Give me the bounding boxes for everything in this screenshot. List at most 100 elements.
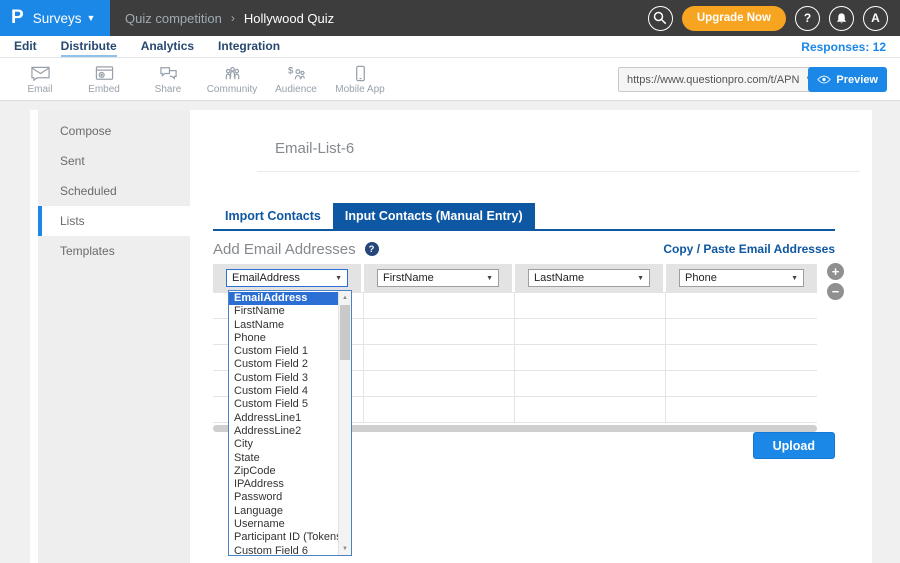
table-cell[interactable]	[666, 345, 817, 370]
responses-count[interactable]: Responses: 12	[801, 36, 886, 57]
survey-nav: Edit Distribute Analytics Integration Re…	[0, 36, 900, 58]
help-icon[interactable]: ?	[365, 242, 379, 256]
chevron-down-icon: ▼	[637, 275, 644, 282]
surveys-menu[interactable]: P Surveys ▼	[0, 0, 110, 36]
chevron-down-icon: ▼	[486, 275, 493, 282]
tab-distribute[interactable]: Distribute	[61, 36, 117, 57]
toolbar-item-label: Community	[207, 84, 258, 95]
tab-edit[interactable]: Edit	[14, 36, 37, 57]
table-cell[interactable]	[666, 397, 817, 422]
add-row-button[interactable]: +	[827, 263, 844, 280]
dropdown-option[interactable]: LastName	[229, 319, 338, 332]
dropdown-scrollbar: ▲ ▼	[338, 291, 351, 555]
dropdown-option[interactable]: City	[229, 438, 338, 451]
dropdown-option[interactable]: Password	[229, 491, 338, 504]
table-cell[interactable]	[515, 397, 666, 422]
dropdown-option[interactable]: Language	[229, 505, 338, 518]
table-cell[interactable]	[515, 319, 666, 344]
dropdown-option[interactable]: Custom Field 2	[229, 358, 338, 371]
search-button[interactable]	[648, 6, 673, 31]
bell-icon	[835, 12, 848, 25]
contacts-tabs: Import Contacts Input Contacts (Manual E…	[213, 203, 835, 231]
table-header-cell: EmailAddress ▼	[213, 264, 361, 292]
table-cell[interactable]	[364, 345, 515, 370]
table-cell[interactable]	[364, 371, 515, 396]
chevron-down-icon: ▼	[335, 275, 342, 282]
column-select-firstname[interactable]: FirstName ▼	[377, 269, 499, 287]
toolbar-item-label: Share	[155, 84, 182, 95]
sidebar-item-lists[interactable]: Lists	[38, 206, 190, 236]
remove-row-button[interactable]: −	[827, 283, 844, 300]
dropdown-scrollbar-thumb[interactable]	[340, 305, 350, 360]
top-header-bar: P Surveys ▼ Quiz competition › Hollywood…	[0, 0, 900, 36]
dropdown-option[interactable]: Custom Field 4	[229, 385, 338, 398]
notifications-button[interactable]	[829, 6, 854, 31]
page-body: Compose Sent Scheduled Lists Templates E…	[0, 101, 900, 563]
chevron-down-icon: ▼	[791, 275, 798, 282]
upload-button[interactable]: Upload	[753, 432, 835, 459]
table-cell[interactable]	[666, 319, 817, 344]
audience-icon: $	[286, 64, 307, 83]
table-cell[interactable]	[666, 371, 817, 396]
toolbar-item-community[interactable]: Community	[200, 64, 264, 95]
dropdown-option[interactable]: Username	[229, 518, 338, 531]
sidebar-item-scheduled[interactable]: Scheduled	[38, 176, 190, 206]
table-cell[interactable]	[515, 371, 666, 396]
survey-url-input[interactable]	[619, 74, 801, 86]
account-avatar[interactable]: A	[863, 6, 888, 31]
dropdown-option[interactable]: AddressLine1	[229, 412, 338, 425]
dropdown-option[interactable]: ZipCode	[229, 465, 338, 478]
sidebar-item-templates[interactable]: Templates	[38, 236, 190, 266]
table-header-row: EmailAddress ▼ FirstName ▼	[213, 264, 817, 292]
toolbar-item-embed[interactable]: Embed	[72, 64, 136, 95]
scroll-down-icon[interactable]: ▼	[339, 542, 351, 555]
toolbar-item-share[interactable]: Share	[136, 64, 200, 95]
table-cell[interactable]	[364, 319, 515, 344]
table-cell[interactable]	[364, 397, 515, 422]
toolbar-item-email[interactable]: Email	[8, 64, 72, 95]
preview-button[interactable]: Preview	[808, 67, 887, 92]
dropdown-option[interactable]: AddressLine2	[229, 425, 338, 438]
main-content: Email-List-6 Import Contacts Input Conta…	[190, 110, 872, 563]
scroll-up-icon[interactable]: ▲	[339, 291, 351, 304]
table-cell[interactable]	[515, 345, 666, 370]
table-cell[interactable]	[515, 293, 666, 318]
column-select-phone[interactable]: Phone ▼	[679, 269, 804, 287]
svg-text:$: $	[287, 65, 293, 76]
dropdown-option[interactable]: Custom Field 3	[229, 372, 338, 385]
select-value: EmailAddress	[232, 272, 300, 284]
column-select-emailaddress[interactable]: EmailAddress ▼	[226, 269, 348, 287]
copy-paste-link[interactable]: Copy / Paste Email Addresses	[663, 242, 835, 256]
sidebar-item-compose[interactable]: Compose	[38, 116, 190, 146]
tab-integration[interactable]: Integration	[218, 36, 280, 57]
breadcrumb-parent[interactable]: Quiz competition	[125, 11, 222, 26]
dropdown-option[interactable]: State	[229, 452, 338, 465]
dropdown-option[interactable]: FirstName	[229, 305, 338, 318]
select-value: FirstName	[383, 272, 434, 284]
section-title: Add Email Addresses	[213, 241, 356, 258]
lists-panel: Compose Sent Scheduled Lists Templates E…	[30, 110, 872, 563]
tab-import-contacts[interactable]: Import Contacts	[213, 203, 333, 229]
tab-analytics[interactable]: Analytics	[141, 36, 194, 57]
toolbar-item-audience[interactable]: $ Audience	[264, 64, 328, 95]
select-value: Phone	[685, 272, 717, 284]
column-select-lastname[interactable]: LastName ▼	[528, 269, 650, 287]
dropdown-option[interactable]: Participant ID (Tokens)	[229, 531, 338, 544]
upgrade-now-button[interactable]: Upgrade Now	[682, 6, 786, 31]
toolbar-item-mobile-app[interactable]: Mobile App	[328, 64, 392, 95]
dropdown-option[interactable]: IPAddress	[229, 478, 338, 491]
table-cell[interactable]	[666, 293, 817, 318]
dropdown-option[interactable]: Custom Field 6	[229, 545, 338, 554]
tab-input-contacts-manual[interactable]: Input Contacts (Manual Entry)	[333, 203, 535, 229]
chevron-down-icon: ▼	[86, 13, 95, 23]
dropdown-option[interactable]: Custom Field 5	[229, 398, 338, 411]
dropdown-option[interactable]: Phone	[229, 332, 338, 345]
row-controls: + −	[827, 263, 844, 303]
breadcrumb-separator-icon: ›	[231, 11, 235, 25]
help-button[interactable]: ?	[795, 6, 820, 31]
table-cell[interactable]	[364, 293, 515, 318]
dropdown-option[interactable]: Custom Field 1	[229, 345, 338, 358]
sidebar-item-sent[interactable]: Sent	[38, 146, 190, 176]
dropdown-option[interactable]: EmailAddress	[229, 292, 338, 305]
questionpro-logo: P	[11, 7, 24, 29]
